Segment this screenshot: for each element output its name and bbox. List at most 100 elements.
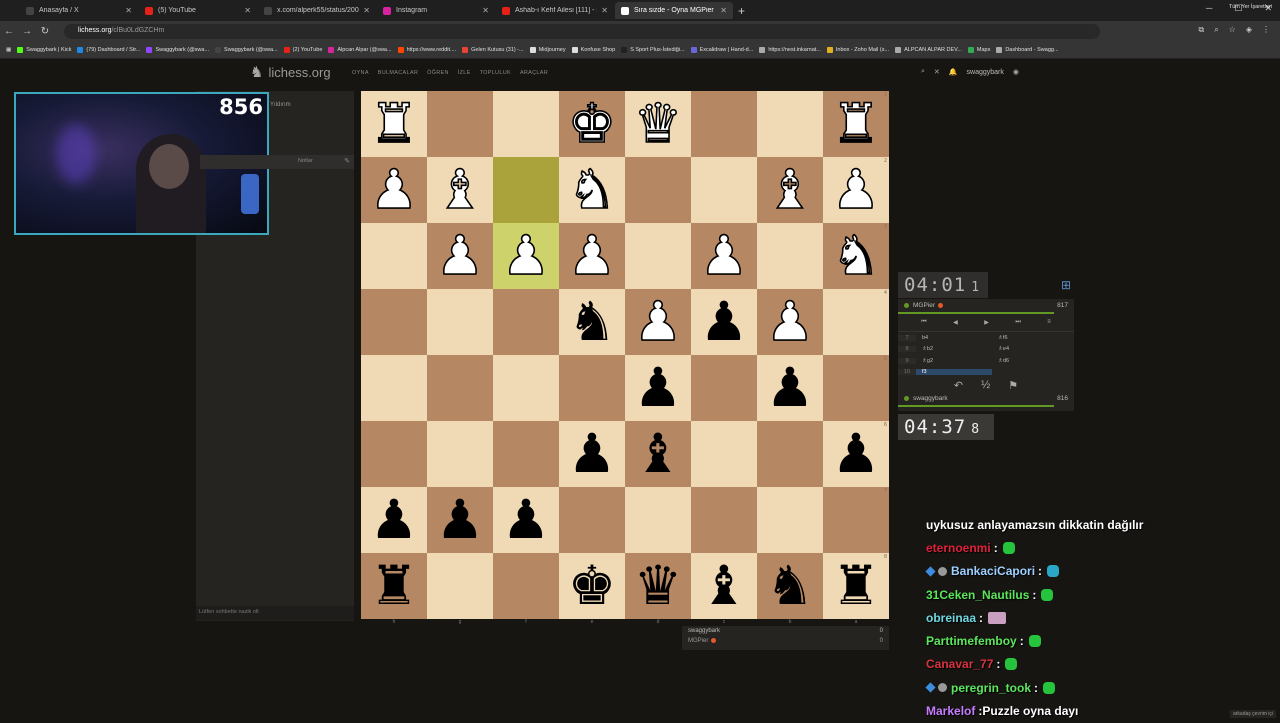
board-square[interactable]	[625, 223, 691, 289]
board-square[interactable]	[559, 487, 625, 553]
first-move-icon[interactable]: ⏮	[921, 319, 926, 326]
bookmark-item[interactable]: Inbox - Zoho Mail (s...	[827, 47, 889, 53]
board-square[interactable]: ♟	[625, 289, 691, 355]
lichess-logo[interactable]: ♞ lichess.org	[250, 63, 331, 81]
board-square[interactable]	[757, 421, 823, 487]
notes-tab[interactable]: Notlar✎	[200, 155, 354, 169]
board-square[interactable]	[493, 91, 559, 157]
white-bishop-icon[interactable]: ♝	[436, 163, 484, 217]
board-square[interactable]	[493, 289, 559, 355]
takeback-icon[interactable]: ↶	[954, 379, 963, 392]
forward-icon[interactable]: →	[18, 26, 36, 37]
board-square[interactable]: 5	[823, 355, 889, 421]
bookmark-item[interactable]: (2) YouTube	[284, 47, 323, 53]
board-square[interactable]: ♟	[361, 157, 427, 223]
user-icon[interactable]: ◉	[1013, 68, 1019, 76]
bookmark-item[interactable]: Swaggybark (@swa...	[215, 47, 278, 53]
tab-close-icon[interactable]: ✕	[125, 6, 132, 15]
notification-icon[interactable]: 🔔	[949, 68, 958, 76]
white-move[interactable]: ♗b2	[916, 346, 992, 352]
board-square[interactable]	[493, 553, 559, 619]
browser-tab[interactable]: Anasayfa / X✕	[20, 2, 138, 19]
white-rook-icon[interactable]: ♜	[832, 97, 880, 151]
board-square[interactable]: ♚	[559, 91, 625, 157]
black-pawn-icon[interactable]: ♟	[568, 427, 616, 481]
last-move-icon[interactable]: ⏭	[1015, 319, 1020, 326]
black-pawn-icon[interactable]: ♟	[502, 493, 550, 547]
board-square[interactable]	[361, 223, 427, 289]
white-pawn-icon[interactable]: ♟	[568, 229, 616, 283]
tab-close-icon[interactable]: ✕	[482, 6, 489, 15]
white-pawn-icon[interactable]: ♟	[634, 295, 682, 349]
board-square[interactable]: ♟	[427, 487, 493, 553]
board-square[interactable]	[361, 421, 427, 487]
board-square[interactable]	[625, 487, 691, 553]
black-pawn-icon[interactable]: ♟	[832, 427, 880, 481]
board-square[interactable]: ♟	[757, 289, 823, 355]
all-bookmarks[interactable]: Tüm Yer İşaretleri	[1229, 4, 1272, 10]
white-queen-icon[interactable]: ♛	[634, 97, 682, 151]
new-tab-icon[interactable]: +	[738, 4, 745, 18]
board-square[interactable]: ♞	[757, 553, 823, 619]
minimize-icon[interactable]: ─	[1206, 3, 1212, 14]
star-icon[interactable]: ☆	[1229, 25, 1236, 35]
board-square[interactable]: 4	[823, 289, 889, 355]
board-square[interactable]	[559, 355, 625, 421]
bookmark-item[interactable]: Swaggybark (@swa...	[146, 47, 209, 53]
white-move[interactable]: ♗g2	[916, 358, 992, 364]
bookmark-item[interactable]: ALPCAN ALPAR DEV...	[895, 47, 962, 53]
board-square[interactable]: ♟	[559, 223, 625, 289]
bookmark-item[interactable]: Maps	[968, 47, 990, 53]
white-pawn-icon[interactable]: ♟	[832, 163, 880, 217]
board-square[interactable]	[691, 355, 757, 421]
white-bishop-icon[interactable]: ♝	[766, 163, 814, 217]
white-knight-icon[interactable]: ♞	[568, 163, 616, 217]
black-pawn-icon[interactable]: ♟	[370, 493, 418, 547]
close-icon[interactable]: ✕	[934, 68, 940, 76]
black-knight-icon[interactable]: ♞	[568, 295, 616, 349]
board-square[interactable]	[361, 289, 427, 355]
board-square[interactable]: ♟	[427, 223, 493, 289]
bookmark-item[interactable]: Konfuse Shop	[572, 47, 616, 53]
browser-tab[interactable]: Instagram✕	[377, 2, 495, 19]
board-square[interactable]: ♟2	[823, 157, 889, 223]
bookmark-item[interactable]: https://nest.inkarnat...	[759, 47, 821, 53]
extensions-icon[interactable]: ◈	[1246, 25, 1252, 35]
chat-input[interactable]: Lütfen sohbette nazik olt	[196, 606, 354, 620]
bookmark-item[interactable]: Midjourney	[530, 47, 566, 53]
browser-tab[interactable]: x.com/alperk55/status/200989...✕	[258, 2, 376, 19]
board-square[interactable]: ♜	[361, 91, 427, 157]
nav-item[interactable]: ARAÇLAR	[520, 70, 548, 76]
black-pawn-icon[interactable]: ♟	[436, 493, 484, 547]
board-square[interactable]: ♟	[493, 487, 559, 553]
black-pawn-icon[interactable]: ♟	[766, 361, 814, 415]
white-pawn-icon[interactable]: ♟	[502, 229, 550, 283]
white-pawn-icon[interactable]: ♟	[766, 295, 814, 349]
white-pawn-icon[interactable]: ♟	[370, 163, 418, 217]
bookmark-item[interactable]: https://www.reddit....	[398, 47, 457, 53]
bookmark-item[interactable]: Swaggybark | Kick	[17, 47, 71, 53]
browser-tab[interactable]: (5) YouTube✕	[139, 2, 257, 19]
board-square[interactable]: ♞3	[823, 223, 889, 289]
black-queen-icon[interactable]: ♛	[634, 559, 682, 613]
board-square[interactable]: ♚	[559, 553, 625, 619]
bookmark-item[interactable]: (79) Dashboard / Str...	[77, 47, 140, 53]
apps-icon[interactable]: ▦	[6, 47, 11, 53]
board-square[interactable]: ♟6	[823, 421, 889, 487]
player-name[interactable]: swaggybark	[913, 395, 948, 402]
tab-close-icon[interactable]: ✕	[720, 6, 727, 15]
search-icon[interactable]: ⌕	[921, 68, 925, 76]
board-square[interactable]: 7	[823, 487, 889, 553]
board-square[interactable]: ♟	[691, 223, 757, 289]
white-move[interactable]: b4	[916, 335, 992, 341]
board-square[interactable]: ♟	[757, 355, 823, 421]
board-square[interactable]: ♝	[625, 421, 691, 487]
prev-move-icon[interactable]: ◀	[953, 319, 958, 326]
bookmark-item[interactable]: Excalidraw | Hand-d...	[691, 47, 754, 53]
board-square[interactable]	[691, 157, 757, 223]
white-move[interactable]: f3	[916, 369, 992, 375]
board-square[interactable]	[757, 91, 823, 157]
resign-flag-icon[interactable]: ⚑	[1008, 379, 1018, 392]
board-square[interactable]: ♛	[625, 553, 691, 619]
black-king-icon[interactable]: ♚	[568, 559, 616, 613]
